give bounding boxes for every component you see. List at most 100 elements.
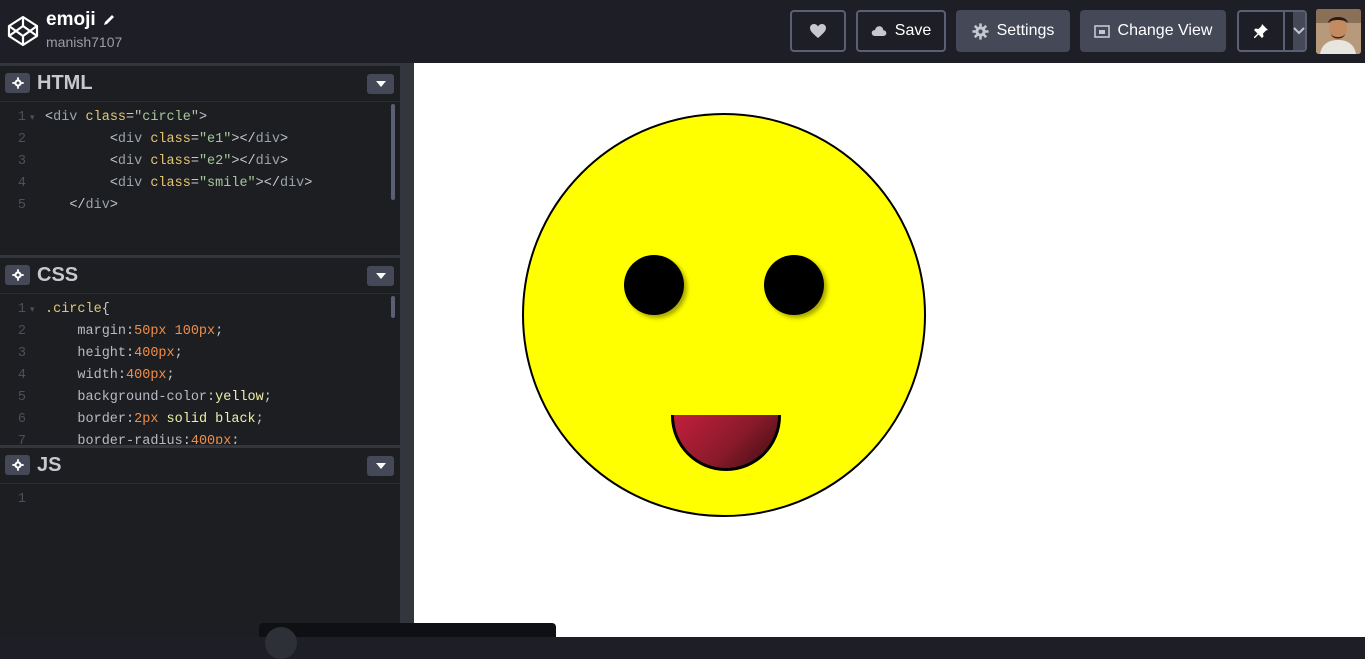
- result-preview: [414, 63, 1365, 637]
- pin-button[interactable]: [1239, 12, 1285, 50]
- css-settings-button[interactable]: [5, 265, 30, 285]
- save-button-label: Save: [894, 22, 932, 39]
- console-bar[interactable]: [259, 623, 556, 659]
- settings-button-label: Settings: [996, 22, 1055, 39]
- js-editor-collapse-button[interactable]: [367, 456, 394, 476]
- line-number: 6: [17, 412, 26, 427]
- line-number: 4: [17, 368, 26, 383]
- js-code-area[interactable]: 1: [0, 484, 400, 511]
- save-button[interactable]: Save: [856, 10, 946, 52]
- code-text: </div>: [69, 198, 118, 213]
- html-code-line: 4 <div class="smile"></div>: [0, 173, 400, 195]
- css-code-line: 7 border-radius:400px;: [0, 431, 400, 444]
- gear-icon: [11, 77, 24, 89]
- pin-button-group: [1237, 10, 1307, 52]
- js-code-line: 1: [0, 489, 400, 511]
- line-number: 1: [17, 110, 26, 125]
- code-text: margin:50px 100px;: [77, 324, 224, 339]
- line-number: 5: [17, 198, 26, 213]
- html-editor-header: HTML: [0, 66, 400, 102]
- html-code-area[interactable]: 1 ▾ <div class="circle"> 2 <div class="e1">…: [0, 102, 400, 217]
- author-username[interactable]: manish7107: [46, 34, 122, 50]
- html-code-line: 1 ▾ <div class="circle">: [0, 107, 400, 129]
- code-text: border:2px solid black;: [77, 412, 264, 427]
- code-text: border-radius:400px;: [77, 434, 240, 444]
- css-code-line: 1 ▾ .circle{: [0, 299, 400, 321]
- pen-title[interactable]: emoji: [46, 9, 122, 31]
- layout-icon: [1093, 24, 1110, 38]
- emoji-left-eye: [624, 255, 684, 315]
- line-number: 3: [17, 154, 26, 169]
- change-view-button[interactable]: Change View: [1080, 10, 1226, 52]
- line-number: 1: [17, 302, 26, 317]
- code-text: <div class="e2"></div>: [109, 154, 289, 169]
- html-editor-panel: HTML 1 ▾ <div class="circle"> 2 <div class=…: [0, 63, 400, 255]
- chevron-down-icon: [1293, 27, 1305, 35]
- html-editor-title: HTML: [37, 72, 93, 94]
- code-text: <div class="circle">: [45, 110, 208, 125]
- html-code-line: 5 </div>: [0, 195, 400, 217]
- js-editor-panel: JS 1: [0, 445, 400, 637]
- emoji-right-eye: [764, 255, 824, 315]
- line-number: 5: [17, 390, 26, 405]
- line-number: 2: [17, 324, 26, 339]
- html-settings-button[interactable]: [5, 73, 30, 93]
- css-editor-panel: CSS 1 ▾ .circle{2 margin:50px 100px; 3 heig…: [0, 255, 400, 445]
- gear-icon: [11, 459, 24, 471]
- cloud-icon: [871, 26, 887, 36]
- code-text: <div class="smile"></div>: [109, 176, 313, 191]
- fold-arrow-icon[interactable]: ▾: [30, 107, 35, 129]
- line-number: 2: [17, 132, 26, 147]
- pin-icon: [1254, 24, 1268, 38]
- html-code-line: 2 <div class="e1"></div>: [0, 129, 400, 151]
- chevron-down-icon: [375, 463, 386, 469]
- line-number: 4: [17, 176, 26, 191]
- chevron-down-icon: [375, 273, 386, 279]
- css-editor-header: CSS: [0, 258, 400, 294]
- css-code-area[interactable]: 1 ▾ .circle{2 margin:50px 100px; 3 height:4…: [0, 294, 400, 444]
- css-scrollbar[interactable]: [391, 296, 395, 318]
- console-avatar: [265, 627, 297, 659]
- top-header: emoji manish7107 Save Settings Change Vi…: [0, 0, 1365, 63]
- css-editor-title: CSS: [37, 264, 79, 286]
- avatar-image: [1316, 9, 1361, 54]
- change-view-button-label: Change View: [1117, 22, 1213, 39]
- css-code-line: 6 border:2px solid black;: [0, 409, 400, 431]
- code-text: background-color:yellow;: [77, 390, 272, 405]
- pen-title-block: emoji manish7107: [46, 9, 122, 50]
- editor-resize-handle[interactable]: [400, 63, 414, 637]
- css-code-line: 5 background-color:yellow;: [0, 387, 400, 409]
- code-text: .circle{: [45, 302, 110, 317]
- css-code-line: 4 width:400px;: [0, 365, 400, 387]
- chevron-down-icon: [375, 81, 386, 87]
- pencil-icon[interactable]: [102, 13, 116, 27]
- pin-dropdown-button[interactable]: [1293, 12, 1305, 50]
- heart-icon: [810, 24, 826, 38]
- css-editor-collapse-button[interactable]: [367, 266, 394, 286]
- fold-arrow-icon[interactable]: ▾: [30, 299, 35, 321]
- code-text: height:400px;: [77, 346, 183, 361]
- editor-column: HTML 1 ▾ <div class="circle"> 2 <div class=…: [0, 63, 400, 637]
- js-editor-header: JS: [0, 448, 400, 484]
- emoji-smile: [671, 415, 781, 471]
- user-avatar[interactable]: [1316, 9, 1361, 54]
- js-editor-title: JS: [37, 454, 62, 476]
- gear-icon: [11, 269, 24, 281]
- js-settings-button[interactable]: [5, 455, 30, 475]
- line-number: 3: [17, 346, 26, 361]
- gear-icon: [972, 22, 989, 40]
- line-number: 7: [17, 434, 26, 444]
- emoji-face: [522, 113, 926, 517]
- css-code-line: 2 margin:50px 100px;: [0, 321, 400, 343]
- code-text: width:400px;: [77, 368, 175, 383]
- codepen-logo-icon[interactable]: [7, 15, 39, 47]
- code-text: <div class="e1"></div>: [109, 132, 289, 147]
- html-editor-collapse-button[interactable]: [367, 74, 394, 94]
- pen-title-text[interactable]: emoji: [46, 9, 96, 31]
- like-button[interactable]: [790, 10, 846, 52]
- html-scrollbar[interactable]: [391, 104, 395, 200]
- html-code-line: 3 <div class="e2"></div>: [0, 151, 400, 173]
- line-number: 1: [17, 492, 26, 507]
- settings-button[interactable]: Settings: [956, 10, 1070, 52]
- css-code-line: 3 height:400px;: [0, 343, 400, 365]
